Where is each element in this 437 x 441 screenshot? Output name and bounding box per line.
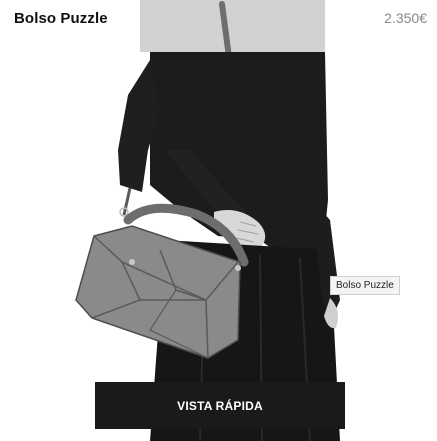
quick-view-button[interactable]: VISTA RÁPIDA [95, 382, 345, 429]
product-title[interactable]: Bolso Puzzle [14, 10, 108, 27]
product-card[interactable]: Bolso Puzzle 2.350€ Bolso Puzzle VISTA R… [0, 0, 437, 441]
product-header: Bolso Puzzle 2.350€ [0, 0, 437, 36]
image-tooltip: Bolso Puzzle [330, 276, 400, 295]
product-price: 2.350€ [384, 10, 427, 26]
product-photo[interactable] [0, 0, 437, 441]
